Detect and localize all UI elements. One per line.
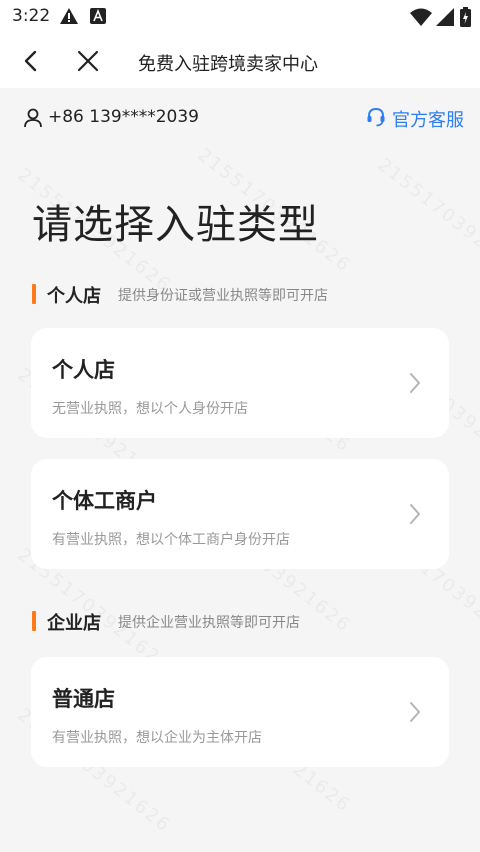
customer-service-link[interactable]: 官方客服 — [366, 106, 464, 132]
section-accent-bar — [32, 284, 36, 304]
headset-icon — [366, 107, 386, 131]
chevron-right-icon — [409, 503, 421, 529]
section-title: 个人店 — [47, 286, 101, 307]
watermark-text: 21551703921626 — [373, 154, 480, 287]
section-subtitle: 提供身份证或营业执照等即可开店 — [118, 288, 328, 304]
customer-service-label: 官方客服 — [392, 110, 464, 131]
wifi-icon — [410, 8, 432, 30]
status-bar: 3:22 — [0, 0, 480, 34]
nav-bar: 免费入驻跨境卖家中心 — [0, 34, 480, 88]
card-description: 有营业执照，想以个体工商户身份开店 — [52, 532, 290, 548]
type-card-standard-enterprise[interactable]: 普通店 有营业执照，想以企业为主体开店 — [31, 657, 449, 767]
user-icon — [24, 108, 42, 132]
chevron-right-icon — [409, 701, 421, 727]
app-notification-icon — [90, 8, 106, 28]
page-title: 请选择入驻类型 — [32, 202, 319, 248]
battery-icon — [460, 7, 471, 31]
card-title: 普通店 — [52, 687, 115, 711]
close-icon[interactable] — [76, 49, 100, 77]
type-card-personal[interactable]: 个人店 无营业执照，想以个人身份开店 — [31, 328, 449, 438]
section-header-personal: 个人店 提供身份证或营业执照等即可开店 — [32, 281, 452, 307]
card-description: 有营业执照，想以企业为主体开店 — [52, 730, 262, 746]
card-title: 个体工商户 — [52, 489, 157, 513]
back-arrow-icon[interactable] — [20, 49, 42, 77]
card-description: 无营业执照，想以个人身份开店 — [52, 401, 248, 417]
section-subtitle: 提供企业营业执照等即可开店 — [118, 615, 300, 631]
type-card-individual-business[interactable]: 个体工商户 有营业执照，想以个体工商户身份开店 — [31, 459, 449, 569]
section-accent-bar — [32, 611, 36, 631]
chevron-right-icon — [409, 372, 421, 398]
nav-title: 免费入驻跨境卖家中心 — [138, 54, 318, 75]
status-time: 3:22 — [12, 6, 51, 26]
card-title: 个人店 — [52, 358, 115, 382]
account-row: +86 139****2039 官方客服 — [24, 106, 464, 132]
section-header-enterprise: 企业店 提供企业营业执照等即可开店 — [32, 608, 452, 634]
signal-icon — [436, 8, 454, 30]
account-phone: +86 139****2039 — [48, 107, 199, 127]
section-title: 企业店 — [47, 613, 101, 634]
warning-icon — [60, 8, 78, 28]
